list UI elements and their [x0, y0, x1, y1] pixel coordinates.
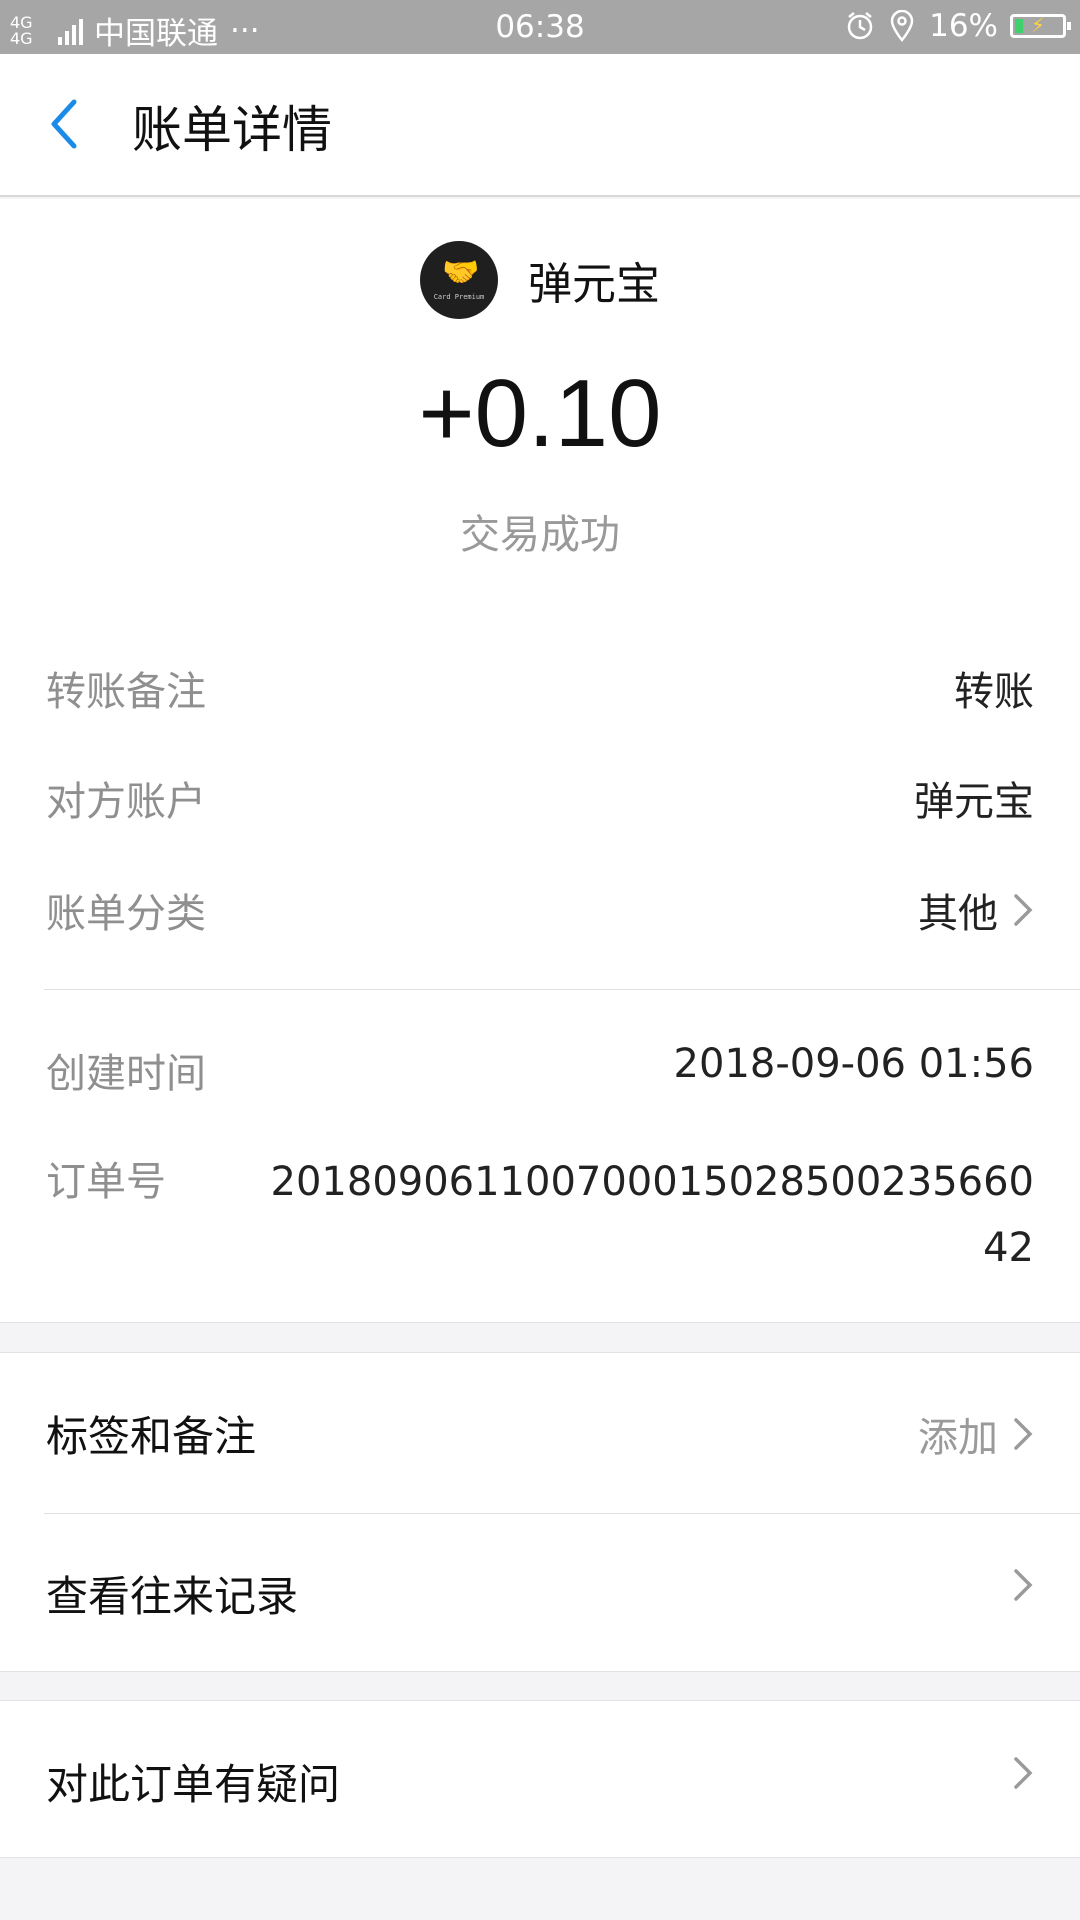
location-icon	[890, 10, 914, 42]
item-label: 标签和备注	[46, 1412, 257, 1461]
detail-label: 创建时间	[46, 1051, 206, 1097]
merchant-header: 🤝 Card Premium 弹元宝	[0, 241, 1080, 319]
bill-detail-card: 🤝 Card Premium 弹元宝 +0.10 交易成功 转账备注 转账 对方…	[0, 199, 1080, 1323]
category-value[interactable]: 其他	[918, 881, 998, 939]
detail-value: 2018-09-06 01:56	[673, 1041, 1034, 1087]
actions-section: 标签和备注 添加 查看往来记录	[0, 1352, 1080, 1672]
detail-value: 转账	[954, 669, 1034, 715]
detail-row-created-time: 创建时间 2018-09-06 01:56	[46, 1041, 1034, 1101]
item-label: 对此订单有疑问	[46, 1760, 341, 1809]
detail-label: 转账备注	[46, 669, 206, 715]
transaction-amount: +0.10	[418, 360, 662, 467]
item-label: 查看往来记录	[46, 1572, 299, 1621]
detail-label: 账单分类	[46, 891, 206, 937]
question-section: 对此订单有疑问	[0, 1700, 1080, 1858]
chevron-right-icon[interactable]	[1012, 1565, 1034, 1605]
detail-row-account: 对方账户 弹元宝	[46, 769, 1034, 829]
chevron-right-icon[interactable]	[1012, 1753, 1034, 1793]
order-number-value: 20180906110070001502850023566042	[270, 1159, 1034, 1271]
detail-row-category[interactable]: 账单分类 其他	[46, 881, 1034, 941]
nav-bar: 账单详情	[0, 54, 1080, 197]
merchant-name: 弹元宝	[528, 259, 660, 310]
status-right: 16% ⚡	[845, 8, 1071, 44]
chevron-right-icon[interactable]	[1012, 1414, 1034, 1454]
order-question-item[interactable]: 对此订单有疑问	[0, 1701, 1080, 1859]
add-link[interactable]: 添加	[918, 1405, 998, 1463]
avatar-caption: Card Premium	[433, 293, 485, 301]
handshake-icon: 🤝	[442, 255, 480, 290]
tags-and-notes-item[interactable]: 标签和备注 添加	[0, 1353, 1080, 1513]
detail-label: 订单号	[46, 1159, 166, 1205]
back-arrow-icon[interactable]	[44, 94, 84, 154]
chevron-right-icon[interactable]	[1012, 890, 1034, 930]
page-title: 账单详情	[132, 101, 332, 159]
transaction-status: 交易成功	[460, 512, 620, 558]
view-history-item[interactable]: 查看往来记录	[0, 1513, 1080, 1673]
battery-icon: ⚡	[1010, 13, 1071, 38]
detail-value: 弹元宝	[914, 779, 1034, 825]
detail-label: 对方账户	[46, 779, 206, 825]
section-divider	[44, 989, 1080, 990]
merchant-avatar: 🤝 Card Premium	[420, 241, 498, 319]
battery-percent: 16%	[929, 8, 998, 44]
alarm-icon	[847, 12, 873, 40]
detail-row-remark: 转账备注 转账	[46, 659, 1034, 719]
status-bar: 4G 4G 中国联通 ··· 06:38 16% ⚡	[0, 0, 1080, 54]
